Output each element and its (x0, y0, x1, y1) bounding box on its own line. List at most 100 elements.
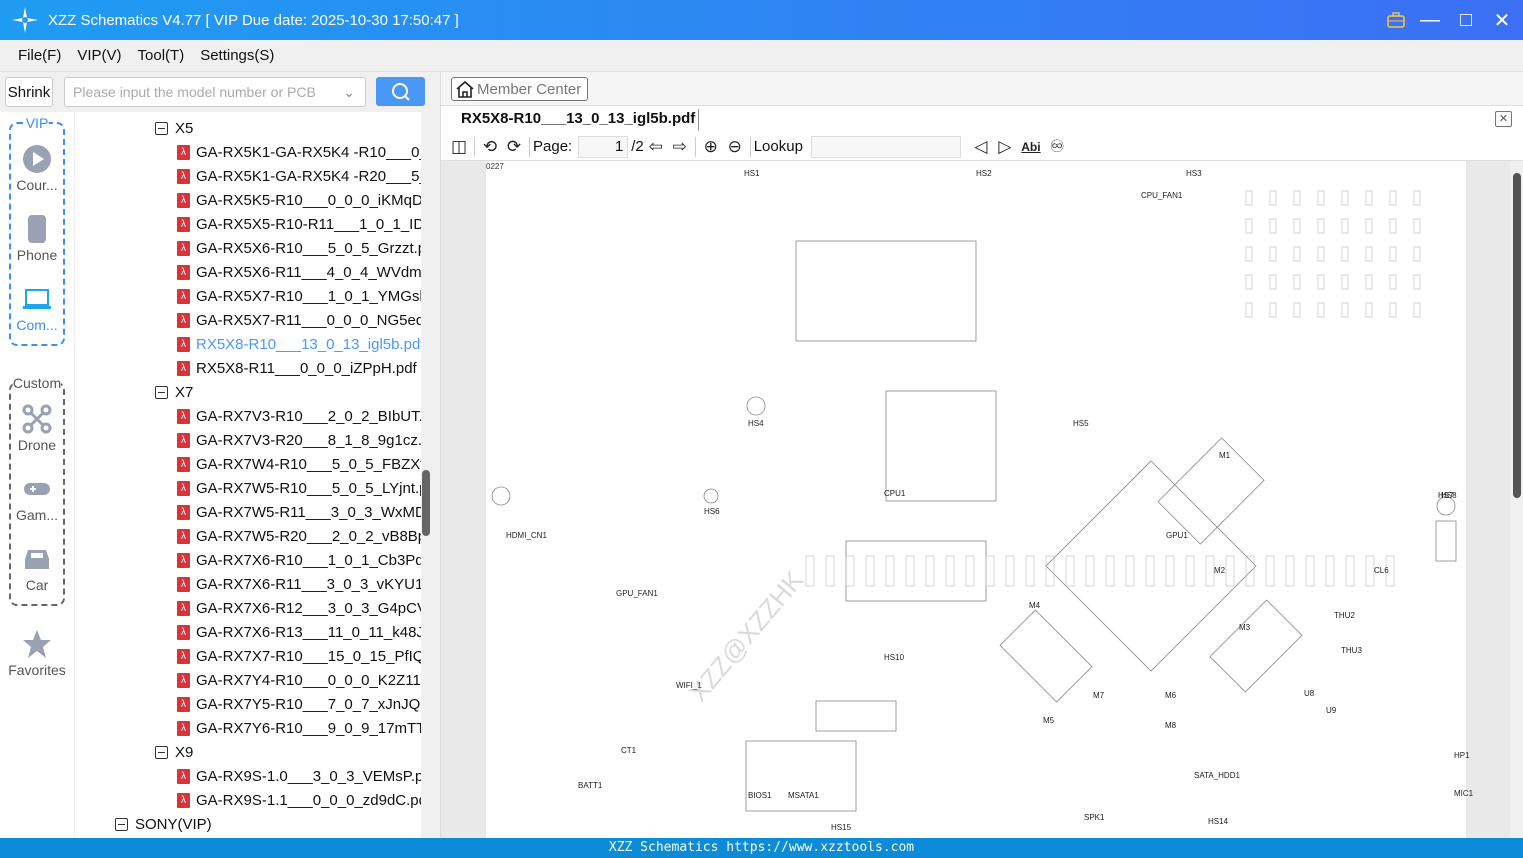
collapse-icon[interactable] (115, 817, 128, 831)
zoom-in-icon[interactable]: ⊕ (699, 135, 723, 159)
tree-group-x9[interactable]: X9 (155, 740, 193, 764)
maximize-button[interactable]: □ (1455, 9, 1477, 32)
panel-splitter[interactable] (432, 72, 440, 838)
tree-file-item[interactable]: λ GA-RX7W5-R11___3_0_3_WxMDK. (177, 500, 421, 524)
scrollbar-thumb[interactable] (422, 470, 430, 536)
title-bar: XZZ Schematics V4.77 [ VIP Due date: 202… (0, 0, 1523, 40)
menu-file[interactable]: File(F) (18, 47, 61, 64)
document-view[interactable]: 0227 HS1 HS2 HS3 HS4 HS5 HS6 HS7 HS8 HS10 HS14 HS1… (441, 161, 1523, 838)
pad-mark (1245, 190, 1253, 206)
tree-group-x5[interactable]: X5 (155, 116, 193, 140)
tree-file-item[interactable]: λ GA-RX5K5-R10___0_0_0_iKMqD.pc (177, 188, 421, 212)
sidebar-item-car[interactable]: Car (0, 544, 74, 593)
tree-file-item[interactable]: λ GA-RX5X5-R10-R11___1_0_1_IDIN: (177, 212, 421, 236)
member-center-label: Member Center (477, 80, 582, 98)
file-label: GA-RX7X7-R10___15_0_15_PfIQB.p (196, 647, 421, 665)
match-case-button[interactable]: Abi (1017, 135, 1045, 159)
zoom-out-icon[interactable]: ⊖ (723, 135, 747, 159)
tree-file-item[interactable]: λ GA-RX7X6-R10___1_0_1_Cb3Pq.pd (177, 548, 421, 572)
pad-mark (1085, 555, 1095, 587)
document-scrollbar[interactable] (1510, 161, 1523, 838)
pad-mark (865, 555, 875, 587)
tree-file-item[interactable]: λ GA-RX7W5-R20___2_0_2_vB8Bp.pc (177, 524, 421, 548)
tree-file-item[interactable]: λ GA-RX5K1-GA-RX5K4 -R20___5_0_ (177, 164, 421, 188)
pad-mark (1325, 555, 1335, 587)
tab-document[interactable]: RX5X8-R10___13_0_13_igl5b.pdf (461, 110, 695, 127)
viewer-panel: Member Center RX5X8-R10___13_0_13_igl5b.… (440, 72, 1523, 838)
minimize-button[interactable]: — (1419, 9, 1441, 32)
two-page-icon[interactable]: ◫ (447, 135, 471, 159)
tree-root-sony[interactable]: SONY(VIP) (115, 812, 212, 836)
tree-file-item[interactable]: λ GA-RX7Y4-R10___0_0_0_K2Z11.pd (177, 668, 421, 692)
pdf-file-icon: λ (177, 528, 190, 544)
tree-file-item[interactable]: λ GA-RX7W4-R10___5_0_5_FBZXf.pd (177, 452, 421, 476)
tree-file-item[interactable]: λ GA-RX7X6-R13___11_0_11_k48Jc.p (177, 620, 421, 644)
search-button[interactable] (376, 77, 425, 106)
tree-file-item[interactable]: λ GA-RX7V3-R20___8_1_8_9g1cz.pdf (177, 428, 421, 452)
tree-file-item[interactable]: λ GA-RX7W5-R10___5_0_5_LYjnt.pdf (177, 476, 421, 500)
menu-settings[interactable]: Settings(S) (200, 47, 274, 64)
pad-mark (1269, 302, 1277, 318)
file-label: GA-RX5X6-R10___5_0_5_Grzzt.pdf (196, 239, 421, 257)
tree-file-item[interactable]: λ GA-RX7X7-R10___15_0_15_PfIQB.p (177, 644, 421, 668)
tree-file-item[interactable]: λ RX5X8-R10___13_0_13_igl5b.pdf (177, 332, 421, 356)
pdf-file-icon: λ (177, 672, 190, 688)
pdf-file-icon: λ (177, 552, 190, 568)
vip-briefcase-icon[interactable] (1387, 12, 1405, 28)
pdf-file-icon: λ (177, 408, 190, 424)
rotate-right-icon[interactable]: ⟳ (502, 135, 526, 159)
member-center-button[interactable]: Member Center (451, 77, 588, 101)
next-page-icon[interactable]: ⇨ (668, 135, 692, 159)
component-label: HS3 (1186, 169, 1202, 178)
tree-file-item[interactable]: λ GA-RX7X6-R11___3_0_3_vKYU1.pd (177, 572, 421, 596)
component-label: BIOS1 (748, 791, 772, 800)
tree-file-item[interactable]: λ GA-RX9S-1.1___0_0_0_zd9dC.pdf (177, 788, 421, 812)
tree-file-item[interactable]: λ GA-RX5X6-R10___5_0_5_Grzzt.pdf (177, 236, 421, 260)
pad-mark (1293, 218, 1301, 234)
tree-file-item[interactable]: λ RX5X8-R11___0_0_0_iZPpH.pdf (177, 356, 417, 380)
scrollbar-thumb[interactable] (1513, 173, 1521, 498)
component-label: M7 (1093, 691, 1105, 700)
pad-mark (1025, 555, 1035, 587)
tree-file-item[interactable]: λ GA-RX5X7-R11___0_0_0_NG5eq.pc (177, 308, 421, 332)
collapse-icon[interactable] (155, 121, 168, 135)
tree-scrollbar[interactable] (421, 112, 432, 838)
tree-file-item[interactable]: λ GA-RX5K1-GA-RX5K4 -R10___0_0_ (177, 140, 421, 164)
search-input[interactable]: Please input the model number or PCB ⌄ (64, 77, 366, 107)
tree-file-item[interactable]: λ GA-RX7X6-R12___3_0_3_G4pCV.pc (177, 596, 421, 620)
component-label: M2 (1214, 566, 1226, 575)
prev-page-icon[interactable]: ⇦ (644, 135, 668, 159)
tree-group-x7[interactable]: X7 (155, 380, 193, 404)
sidebar-item-phone[interactable]: Phone (0, 214, 74, 263)
pad-mark (1341, 190, 1349, 206)
custom-group-label: Custom (12, 375, 62, 391)
binoculars-icon[interactable]: ♾ (1045, 135, 1069, 159)
collapse-icon[interactable] (155, 745, 168, 759)
menu-tool[interactable]: Tool(T) (138, 47, 185, 64)
sidebar-item-favorites[interactable]: Favorites (0, 629, 74, 678)
shrink-button[interactable]: Shrink (5, 77, 53, 107)
tree-file-item[interactable]: λ GA-RX7Y6-R10___9_0_9_17mTT.pd (177, 716, 421, 740)
sidebar-label: Drone (17, 437, 57, 453)
tree-file-item[interactable]: λ GA-RX9S-1.0___3_0_3_VEMsP.pdf (177, 764, 421, 788)
component-label: HP1 (1454, 751, 1470, 760)
rotate-left-icon[interactable]: ⟲ (478, 135, 502, 159)
tree-file-item[interactable]: λ GA-RX7V3-R10___2_0_2_BIbUT.pdf (177, 404, 421, 428)
tree-file-item[interactable]: λ GA-RX7Y5-R10___7_0_7_xJnJQ.pdf (177, 692, 421, 716)
file-label: GA-RX7W4-R10___5_0_5_FBZXf.pd (196, 455, 421, 473)
sidebar-item-game[interactable]: Gam... (0, 474, 74, 523)
lookup-input[interactable] (810, 135, 961, 158)
sidebar-item-drone[interactable]: Drone (0, 404, 74, 453)
page-input[interactable]: 1 (578, 135, 629, 158)
close-tab-icon[interactable]: ✕ (1495, 111, 1512, 127)
tree-file-item[interactable]: λ GA-RX5X6-R11___4_0_4_WVdm5.p (177, 260, 421, 284)
find-next-icon[interactable]: ▷ (993, 135, 1017, 159)
menu-vip[interactable]: VIP(V) (77, 47, 121, 64)
tree-file-item[interactable]: λ GA-RX5X7-R10___1_0_1_YMGsk.pc (177, 284, 421, 308)
close-button[interactable]: ✕ (1491, 8, 1513, 33)
chevron-down-icon[interactable]: ⌄ (343, 84, 355, 101)
sidebar-item-courses[interactable]: Cour... (0, 144, 74, 193)
collapse-icon[interactable] (155, 385, 168, 399)
find-prev-icon[interactable]: ◁ (969, 135, 993, 159)
sidebar-item-computer[interactable]: Com... (0, 284, 74, 333)
